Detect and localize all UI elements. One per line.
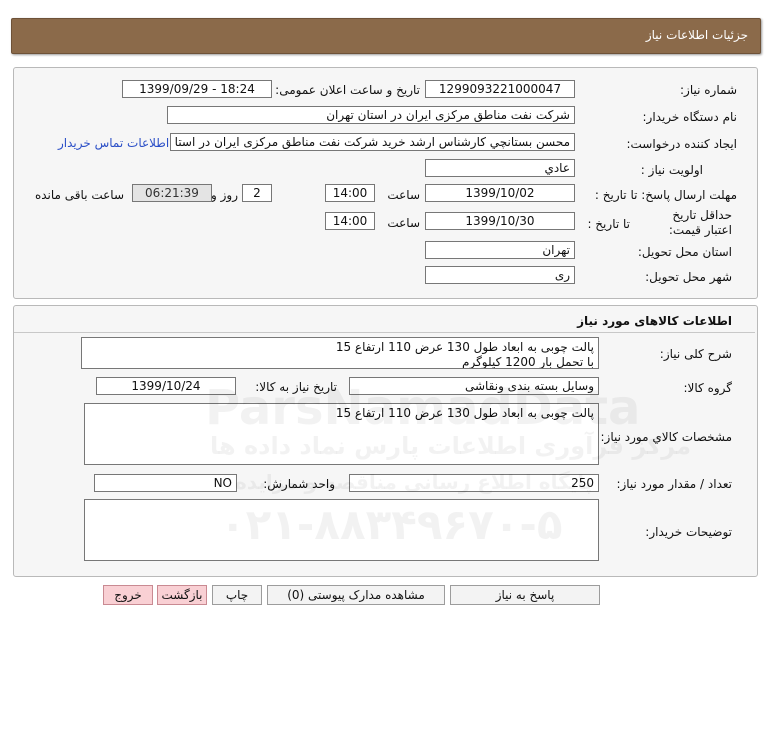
validity-time-label: ساعت [387, 216, 420, 230]
buyer-notes-box [84, 499, 599, 561]
page-header: جزئیات اطلاعات نیاز [11, 18, 761, 54]
goods-spec-box: پالت چوبی به ابعاد طول 130 عرض 110 ارتفا… [84, 403, 599, 465]
validity-time-field: 14:00 [325, 212, 375, 230]
goods-group-field: وسایل بسته بندی ونقاشی [349, 377, 599, 395]
remaining-time-label: ساعت باقی مانده [34, 188, 124, 202]
goods-section-title: اطلاعات کالاهای مورد نیاز [577, 314, 732, 328]
announce-datetime-label: تاریخ و ساعت اعلان عمومی: [275, 83, 420, 97]
validity-date-field: 1399/10/30 [425, 212, 575, 230]
goods-spec-text: پالت چوبی به ابعاد طول 130 عرض 110 ارتفا… [335, 406, 594, 420]
deadline-time-label: ساعت [387, 188, 420, 202]
buyer-contact-link[interactable]: اطلاعات تماس خریدار [58, 136, 169, 150]
announce-datetime-field: 1399/09/29 - 18:24 [122, 80, 272, 98]
remaining-time-field: 06:21:39 [132, 184, 212, 202]
requester-label: ایجاد کننده درخواست: [626, 137, 737, 151]
general-desc-box: پالت چوبی به ابعاد طول 130 عرض 110 ارتفا… [81, 337, 599, 369]
need-date-field: 1399/10/24 [96, 377, 236, 395]
deadline-date-field: 1399/10/02 [425, 184, 575, 202]
validity-label: حداقل تاریخ اعتبار قیمت: [668, 208, 732, 237]
exit-button[interactable]: خروج [103, 585, 153, 605]
quantity-field: 250 [349, 474, 599, 492]
buyer-notes-label: توضیحات خریدار: [645, 525, 732, 539]
quantity-label: تعداد / مقدار مورد نیاز: [616, 477, 732, 491]
reply-button[interactable]: پاسخ به نیاز [450, 585, 600, 605]
province-label: استان محل تحویل: [637, 245, 732, 259]
days-label: روز و [211, 188, 238, 202]
deadline-label: مهلت ارسال پاسخ: تا تاریخ : [594, 188, 737, 202]
back-button[interactable]: بازگشت [157, 585, 207, 605]
deadline-time-field: 14:00 [325, 184, 375, 202]
buyer-org-label: نام دستگاه خریدار: [642, 110, 738, 124]
buyer-org-field: شرکت نفت مناطق مرکزی ایران در استان تهرا… [167, 106, 575, 124]
priority-field: عادي [425, 159, 575, 177]
need-number-label: شماره نیاز: [680, 83, 737, 97]
goods-spec-label: مشخصات کالاي مورد نیاز: [600, 430, 732, 444]
goods-title-divider [14, 332, 755, 333]
requester-field: محسن بستانچي کارشناس ارشد خرید شرکت نفت … [170, 133, 575, 151]
need-date-label: تاریخ نیاز به کالا: [255, 380, 337, 394]
priority-label: اولویت نیاز : [640, 163, 703, 177]
page-title: جزئیات اطلاعات نیاز [645, 28, 748, 42]
unit-label: واحد شمارش: [263, 477, 335, 491]
need-info-panel [13, 67, 758, 299]
unit-field: NO [94, 474, 237, 492]
need-number-field: 1299093221000047 [425, 80, 575, 98]
view-attachments-button[interactable]: مشاهده مدارک پیوستی (0) [267, 585, 445, 605]
general-desc-line-2: با تحمل بار 1200 کیلوگرم [462, 355, 594, 369]
goods-group-label: گروه کالا: [683, 381, 733, 395]
print-button[interactable]: چاپ [212, 585, 262, 605]
province-field: تهران [425, 241, 575, 259]
validity-date-label: تا تاریخ : [587, 217, 630, 231]
days-remaining-field: 2 [242, 184, 272, 202]
city-label: شهر محل تحویل: [645, 270, 732, 284]
general-desc-line-1: پالت چوبی به ابعاد طول 130 عرض 110 ارتفا… [335, 340, 594, 354]
city-field: ری [425, 266, 575, 284]
general-desc-label: شرح کلی نیاز: [659, 347, 732, 361]
